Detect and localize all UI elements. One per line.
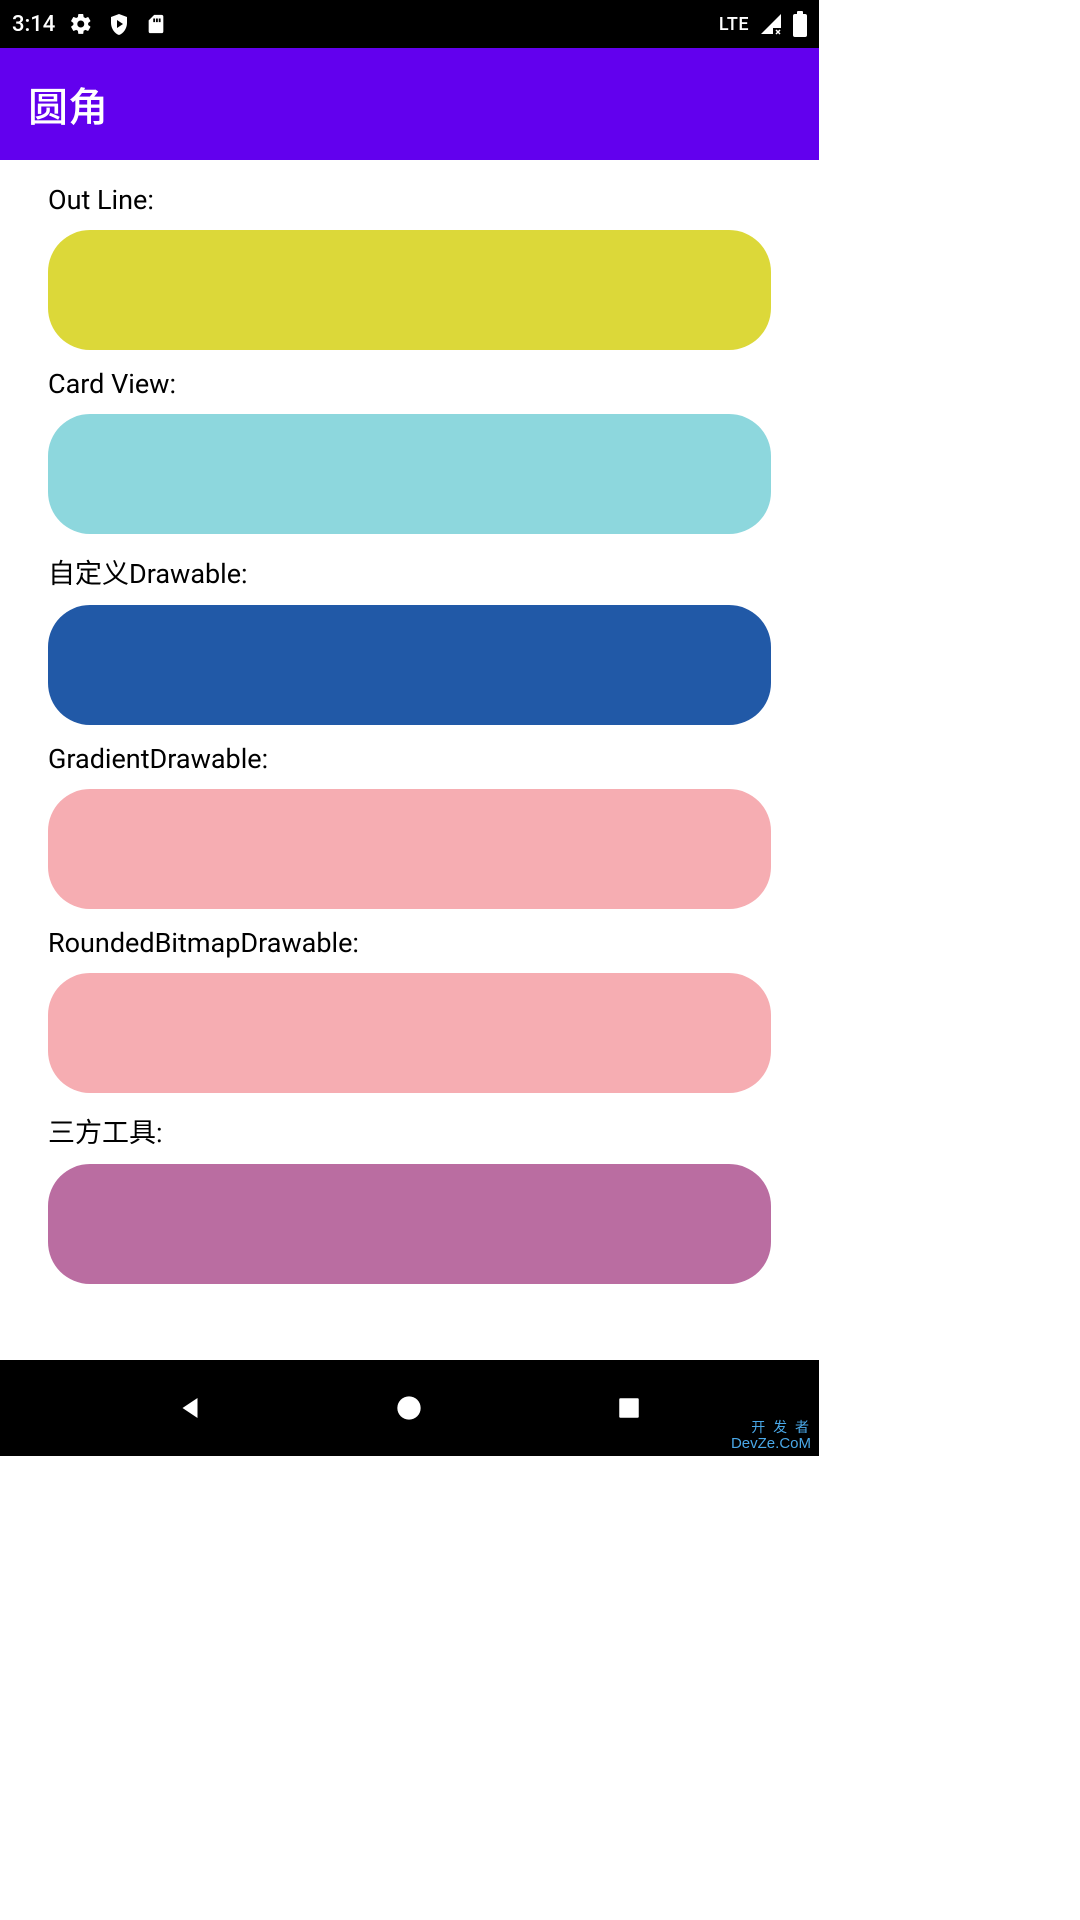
- settings-icon: [69, 12, 93, 36]
- rounded-block-third-party: [48, 1164, 771, 1284]
- home-circle-icon: [395, 1394, 423, 1422]
- section-gradient-drawable: GradientDrawable:: [48, 743, 771, 909]
- status-right: LTE: [719, 11, 807, 37]
- nav-home-button[interactable]: [369, 1368, 449, 1448]
- navigation-bar: 开 发 者 DevZe.CoM: [0, 1360, 819, 1456]
- section-label: Card View:: [48, 368, 771, 400]
- section-label: 自定义Drawable:: [48, 552, 771, 591]
- recents-square-icon: [616, 1395, 642, 1421]
- section-label: RoundedBitmapDrawable:: [48, 927, 771, 959]
- page-title: 圆角: [28, 75, 108, 133]
- sd-card-icon: [145, 13, 167, 35]
- status-bar: 3:14 LTE: [0, 0, 819, 48]
- section-label: 三方工具:: [48, 1111, 771, 1150]
- content-area: Out Line: Card View: 自定义Drawable: Gradie…: [0, 160, 819, 1326]
- rounded-block-outline: [48, 230, 771, 350]
- rounded-block-custom-drawable: [48, 605, 771, 725]
- network-label: LTE: [719, 14, 749, 35]
- section-custom-drawable: 自定义Drawable:: [48, 552, 771, 725]
- rounded-block-rounded-bitmap: [48, 973, 771, 1093]
- watermark-line1: 开 发 者: [731, 1420, 811, 1435]
- section-label: GradientDrawable:: [48, 743, 771, 775]
- watermark: 开 发 者 DevZe.CoM: [731, 1420, 811, 1452]
- app-bar: 圆角: [0, 48, 819, 160]
- status-time: 3:14: [12, 12, 55, 37]
- back-triangle-icon: [175, 1393, 205, 1423]
- rounded-block-gradient-drawable: [48, 789, 771, 909]
- section-label: Out Line:: [48, 184, 771, 216]
- watermark-line2: DevZe.CoM: [731, 1436, 811, 1453]
- section-third-party: 三方工具:: [48, 1111, 771, 1284]
- nav-back-button[interactable]: [150, 1368, 230, 1448]
- signal-icon: [759, 12, 783, 36]
- battery-icon: [793, 11, 807, 37]
- section-rounded-bitmap: RoundedBitmapDrawable:: [48, 927, 771, 1093]
- play-protect-icon: [107, 12, 131, 36]
- section-cardview: Card View:: [48, 368, 771, 534]
- status-left: 3:14: [12, 12, 167, 37]
- rounded-block-cardview: [48, 414, 771, 534]
- nav-recents-button[interactable]: [589, 1368, 669, 1448]
- section-outline: Out Line:: [48, 184, 771, 350]
